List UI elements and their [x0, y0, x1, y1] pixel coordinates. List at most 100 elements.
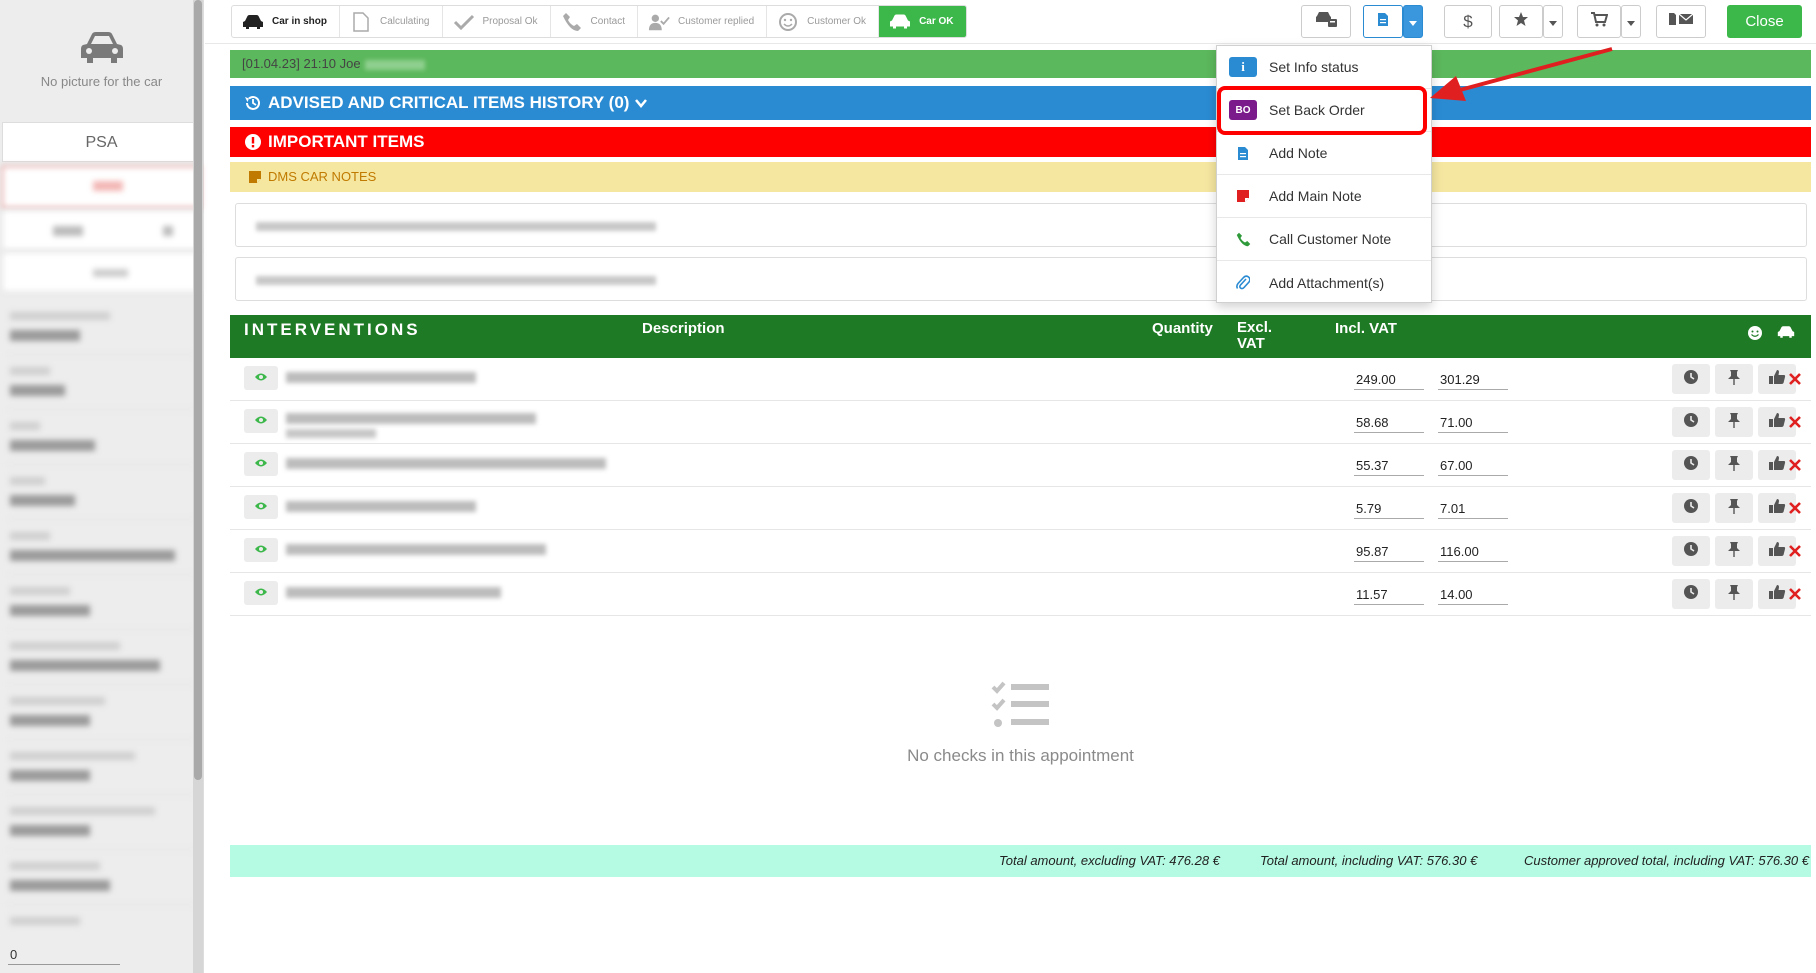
car-info-row: [8, 520, 195, 575]
notes-dropdown-toggle[interactable]: [1403, 5, 1423, 38]
excl-vat-input[interactable]: 5.79: [1354, 499, 1424, 519]
eye-icon: [254, 369, 268, 387]
sidebar-bottom-input[interactable]: 0: [8, 947, 120, 965]
pin-button[interactable]: [1715, 579, 1753, 609]
caret-down-icon: [1409, 13, 1417, 31]
car-split-field: [2, 210, 201, 250]
caret-down-icon: [1627, 13, 1635, 31]
step-customer-replied[interactable]: Customer replied: [638, 6, 768, 37]
excl-vat-input[interactable]: 55.37: [1354, 456, 1424, 476]
column-incl-vat: Incl. VAT: [1335, 320, 1397, 337]
close-icon: [1789, 498, 1801, 519]
car-info-row: [8, 300, 195, 355]
caret-down-icon: [1549, 13, 1557, 31]
menu-item-set-info-status[interactable]: i Set Info status: [1217, 46, 1431, 89]
note-icon: [1229, 143, 1257, 163]
pin-icon: [1727, 455, 1741, 476]
clock-button[interactable]: [1672, 364, 1710, 394]
pin-button[interactable]: [1715, 450, 1753, 480]
step-contact[interactable]: Contact: [551, 6, 638, 37]
excl-vat-input[interactable]: 58.68: [1354, 413, 1424, 433]
excl-vat-input[interactable]: 11.57: [1354, 585, 1424, 605]
incl-vat-input[interactable]: 116.00: [1438, 542, 1508, 562]
delete-button[interactable]: [1785, 368, 1805, 390]
table-row: 249.00 301.29: [230, 358, 1811, 401]
clock-icon: [1683, 369, 1699, 390]
step-label: Proposal Ok: [482, 16, 538, 27]
menu-item-label: Call Customer Note: [1269, 231, 1392, 247]
sidebar-scrollbar[interactable]: [193, 0, 203, 973]
menu-item-add-note[interactable]: Add Note: [1217, 132, 1431, 175]
cart-button[interactable]: [1577, 5, 1621, 38]
menu-item-add-attachments[interactable]: Add Attachment(s): [1217, 261, 1431, 304]
clock-button[interactable]: [1672, 493, 1710, 523]
step-customer-ok[interactable]: Customer Ok: [767, 6, 880, 37]
view-button[interactable]: [244, 366, 278, 390]
view-button[interactable]: [244, 452, 278, 476]
pin-button[interactable]: [1715, 536, 1753, 566]
delete-button[interactable]: [1785, 497, 1805, 519]
phone-icon: [561, 12, 583, 32]
column-excl-vat: Excl. VAT: [1237, 319, 1273, 352]
pricing-button[interactable]: $: [1444, 5, 1492, 38]
step-car-in-shop[interactable]: Car in shop: [232, 6, 341, 37]
incl-vat-input[interactable]: 71.00: [1438, 413, 1508, 433]
annotation-arrow: [1430, 47, 1613, 101]
close-button[interactable]: Close: [1727, 5, 1802, 38]
thumbs-up-icon: [1768, 369, 1786, 390]
step-calculating[interactable]: Calculating: [340, 6, 443, 37]
dms-car-notes-bar[interactable]: DMS CAR NOTES: [230, 162, 1811, 192]
main-note-icon: [1229, 186, 1257, 206]
scrollbar-thumb[interactable]: [194, 0, 202, 780]
license-plate-field[interactable]: [2, 166, 201, 208]
view-button[interactable]: [244, 581, 278, 605]
car-sidebar: No picture for the car PSA 0: [0, 0, 204, 973]
notes-button[interactable]: [1363, 5, 1403, 38]
document-icon: [350, 11, 372, 32]
pin-button[interactable]: [1715, 364, 1753, 394]
clock-button[interactable]: [1672, 450, 1710, 480]
car-info-row: [8, 465, 195, 520]
clock-button[interactable]: [1672, 536, 1710, 566]
pin-button[interactable]: [1715, 493, 1753, 523]
print-car-button[interactable]: [1301, 5, 1351, 38]
clock-button[interactable]: [1672, 579, 1710, 609]
top-toolbar: Car in shop Calculating Proposal Ok Cont…: [205, 0, 1816, 44]
view-button[interactable]: [244, 409, 278, 433]
cart-dropdown-toggle[interactable]: [1621, 5, 1641, 38]
pin-icon: [1727, 412, 1741, 433]
send-document-button[interactable]: [1656, 5, 1706, 38]
notes-dropdown-menu: i Set Info status BO Set Back Order Add …: [1216, 45, 1432, 303]
incl-vat-input[interactable]: 7.01: [1438, 499, 1508, 519]
delete-button[interactable]: [1785, 411, 1805, 433]
pin-button[interactable]: [1715, 407, 1753, 437]
view-button[interactable]: [244, 495, 278, 519]
excl-vat-input[interactable]: 249.00: [1354, 370, 1424, 390]
thumbs-up-icon: [1768, 541, 1786, 562]
favorite-button[interactable]: [1499, 5, 1543, 38]
car-info-row: [8, 410, 195, 465]
checkmark-icon: [453, 12, 475, 32]
delete-button[interactable]: [1785, 583, 1805, 605]
step-label: Customer Ok: [807, 16, 867, 27]
view-button[interactable]: [244, 538, 278, 562]
favorite-dropdown-toggle[interactable]: [1543, 5, 1563, 38]
chevron-down-icon: [635, 98, 648, 108]
clock-button[interactable]: [1672, 407, 1710, 437]
menu-item-add-main-note[interactable]: Add Main Note: [1217, 175, 1431, 218]
important-items-bar[interactable]: IMPORTANT ITEMS: [230, 127, 1811, 157]
incl-vat-input[interactable]: 301.29: [1438, 370, 1508, 390]
delete-button[interactable]: [1785, 454, 1805, 476]
step-proposal-ok[interactable]: Proposal Ok: [443, 6, 551, 37]
clock-icon: [1683, 584, 1699, 605]
cart-icon: [1590, 11, 1609, 32]
delete-button[interactable]: [1785, 540, 1805, 562]
car-info-list: [0, 294, 203, 966]
car-info-row: [8, 355, 195, 410]
eye-icon: [254, 498, 268, 516]
excl-vat-input[interactable]: 95.87: [1354, 542, 1424, 562]
incl-vat-input[interactable]: 14.00: [1438, 585, 1508, 605]
step-car-ok[interactable]: Car OK: [879, 6, 966, 37]
incl-vat-input[interactable]: 67.00: [1438, 456, 1508, 476]
menu-item-call-customer-note[interactable]: Call Customer Note: [1217, 218, 1431, 261]
